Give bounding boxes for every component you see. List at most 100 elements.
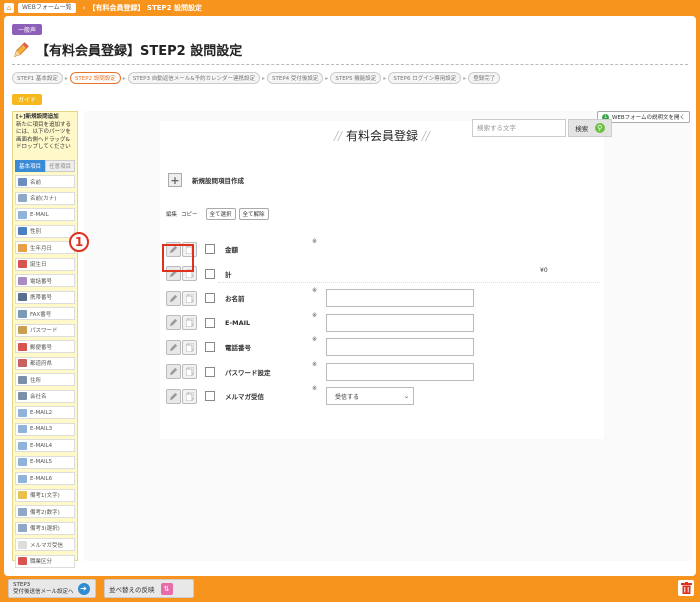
question-row: 電話番号 ※ [166, 336, 602, 356]
step-4[interactable]: STEP4 受付後設定 [267, 72, 324, 84]
field-part-item[interactable]: 住所 [15, 373, 75, 386]
step-6[interactable]: STEP6 ログイン専用設定 [388, 72, 462, 84]
breadcrumb-form-list[interactable]: WEBフォーム一覧 [18, 3, 76, 13]
house-icon [18, 375, 27, 384]
callout-highlight-box [162, 244, 194, 272]
lock-icon [18, 326, 27, 334]
copy-icon[interactable] [182, 290, 197, 306]
apply-reorder-button[interactable]: 並べ替えの反映 ⇅ [104, 579, 194, 598]
search-input[interactable]: 検索する文字 [472, 119, 566, 137]
home-icon[interactable]: ⌂ [4, 3, 14, 13]
add-question-button[interactable]: + [168, 173, 182, 187]
field-part-item[interactable]: 備考2(数字) [15, 505, 75, 518]
field-part-label: 会社名 [30, 394, 47, 400]
open-description-label: WEBフォームの説明文を開く [611, 115, 685, 121]
field-part-item[interactable]: E-MAIL6 [15, 472, 75, 485]
field-part-item[interactable]: 生年月日 [15, 241, 75, 254]
field-part-item[interactable]: 職業区分 [15, 554, 75, 568]
step-2-active[interactable]: STEP2 設問設定 [69, 72, 121, 84]
question-label: 電話番号 [225, 344, 251, 352]
required-mark: ※ [312, 287, 318, 294]
mail-icon [18, 474, 27, 483]
copy-icon[interactable] [182, 364, 197, 379]
sidebar-info-line: 画面右側へドラッグ& [16, 136, 70, 143]
field-part-label: 職業区分 [30, 559, 53, 565]
arrow-right-icon: ➔ [77, 582, 90, 595]
edit-pencil-icon[interactable] [166, 388, 181, 404]
field-part-item[interactable]: 性別 [15, 224, 75, 238]
trash-icon[interactable] [678, 580, 694, 596]
field-part-item[interactable]: 郵便番号 [15, 340, 75, 353]
field-part-item[interactable]: E-MAIL4 [15, 439, 75, 452]
step-3[interactable]: STEP3 自動返信メール&予約カレンダー連携設定 [127, 72, 260, 84]
field-part-item[interactable]: 名前(カナ) [15, 191, 75, 205]
field-part-item[interactable]: 都道府県 [15, 356, 75, 370]
field-part-item[interactable]: 備考1(文字) [15, 488, 75, 502]
sidebar-info-line: 新たに項目を追加する [16, 121, 72, 128]
question-input-preview [326, 313, 474, 332]
guide-button[interactable]: ガイド [12, 94, 43, 105]
edit-pencil-icon[interactable] [166, 315, 181, 330]
field-part-item[interactable]: 名前 [15, 175, 75, 188]
copy-icon[interactable] [182, 315, 197, 330]
step-arrow-icon: ▸ [325, 74, 329, 82]
field-part-item[interactable]: E-MAIL2 [15, 406, 75, 419]
edit-pencil-icon[interactable] [166, 290, 181, 306]
edit-pencil-icon[interactable] [166, 364, 181, 379]
field-part-item[interactable]: 誕生日 [15, 257, 75, 271]
mobile-icon [18, 293, 27, 301]
next-step3-button[interactable]: STEP3 受付後送信メール設定へ ➔ [8, 579, 96, 598]
postal-icon [18, 342, 27, 351]
step-5[interactable]: STEP5 機能設定 [330, 72, 382, 84]
question-checkbox[interactable] [205, 317, 215, 328]
page-title-text: 【有料会員登録】STEP2 設問設定 [36, 44, 243, 59]
tab-optional-items[interactable]: 任意項目 [45, 160, 75, 172]
question-select-preview: 受信する ⌄ [326, 387, 414, 405]
field-part-item[interactable]: パスワード [15, 323, 75, 337]
birthday-icon [18, 243, 27, 252]
deselect-all-button[interactable]: 全て解除 [238, 208, 269, 220]
field-part-label: E-MAIL2 [30, 409, 53, 416]
edit-pencil-icon[interactable] [166, 339, 181, 355]
field-part-item[interactable]: メルマガ受信 [15, 538, 75, 551]
question-checkbox[interactable] [205, 293, 215, 303]
question-checkbox[interactable] [205, 244, 215, 254]
field-part-item[interactable]: E-MAIL5 [15, 455, 75, 469]
copy-icon[interactable] [182, 388, 197, 404]
field-parts-list: 名前名前(カナ) E-MAIL 性別生年月日誕生日電話番号携帯番号 FAX番号パスワー… [13, 172, 77, 574]
field-part-item[interactable]: 電話番号 [15, 274, 75, 287]
field-part-item[interactable]: 備考3(選択) [15, 521, 75, 535]
step-complete[interactable]: 登録完了 [468, 72, 501, 84]
field-part-item[interactable]: 携帯番号 [15, 290, 75, 304]
note-icon [18, 507, 27, 516]
field-part-label: E-MAIL5 [30, 459, 53, 465]
field-part-item[interactable]: 会社名 [15, 389, 75, 403]
copy-icon[interactable] [182, 339, 197, 355]
field-part-item[interactable]: E-MAIL [15, 208, 75, 221]
breadcrumb-current: 【有料会員登録】 STEP2 設問設定 [88, 4, 202, 12]
sidebar-info-line: ドロップしてください [16, 144, 71, 150]
question-checkbox[interactable] [205, 342, 215, 352]
page-title: 【有料会員登録】STEP2 設問設定 [12, 40, 242, 59]
question-checkbox[interactable] [205, 268, 215, 279]
question-checkbox[interactable] [205, 391, 215, 401]
new-question-label: 新規設問項目作成 [192, 177, 244, 185]
field-part-label: メルマガ受信 [30, 542, 64, 549]
field-part-item[interactable]: FAX番号 [15, 307, 75, 320]
question-checkbox[interactable] [205, 366, 215, 377]
step-1[interactable]: STEP1 基本設定 [12, 72, 63, 84]
title-deco-icon: // [421, 129, 430, 143]
newsletter-icon [18, 540, 27, 549]
field-part-label: 郵便番号 [30, 344, 53, 351]
tab-basic-items[interactable]: 基本項目 [15, 160, 45, 172]
search-button[interactable]: 検索 ⚲ [568, 119, 612, 137]
top-breadcrumb-bar: ⌂ WEBフォーム一覧 › 【有料会員登録】 STEP2 設問設定 [0, 0, 700, 16]
reorder-icon: ⇅ [160, 582, 173, 595]
select-all-button[interactable]: 全て選択 [205, 208, 236, 220]
question-input-preview [326, 338, 474, 356]
callout-marker: 1 [69, 232, 89, 252]
parts-sidebar: [+]新規設問追加 新たに項目を追加する には、以下のパーツを 画面右側へドラッ… [12, 111, 78, 568]
field-part-item[interactable]: E-MAIL3 [15, 422, 75, 436]
building-icon [18, 392, 27, 400]
question-label: お名前 [225, 295, 245, 303]
